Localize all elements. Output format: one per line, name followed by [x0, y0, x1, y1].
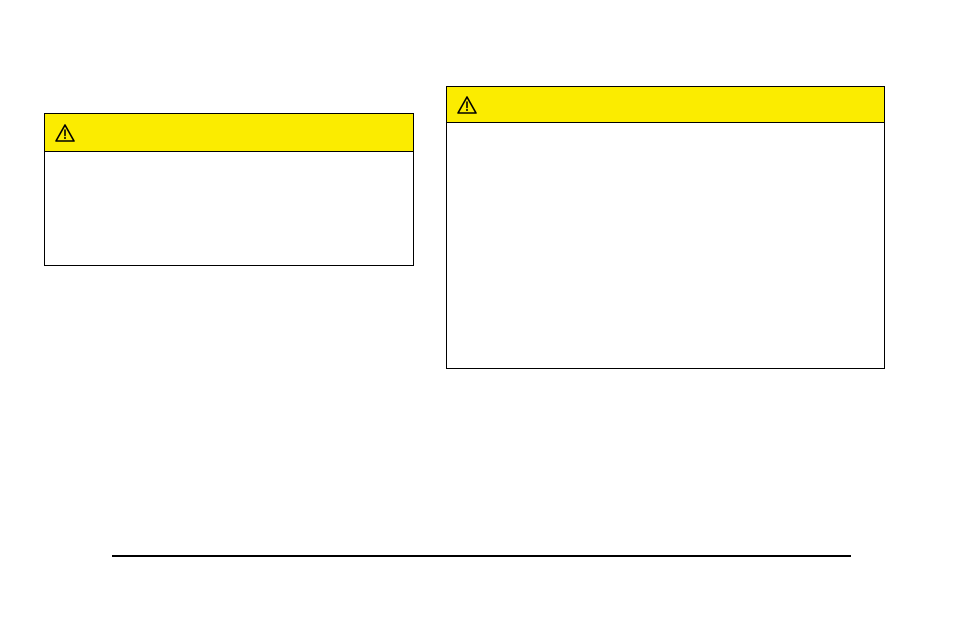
warning-box-right [446, 86, 885, 369]
warning-triangle-icon [457, 96, 477, 114]
divider-line [112, 555, 851, 557]
warning-box-left [44, 113, 414, 266]
warning-header-left [45, 114, 413, 152]
warning-triangle-icon [55, 124, 75, 142]
warning-header-right [447, 87, 884, 123]
